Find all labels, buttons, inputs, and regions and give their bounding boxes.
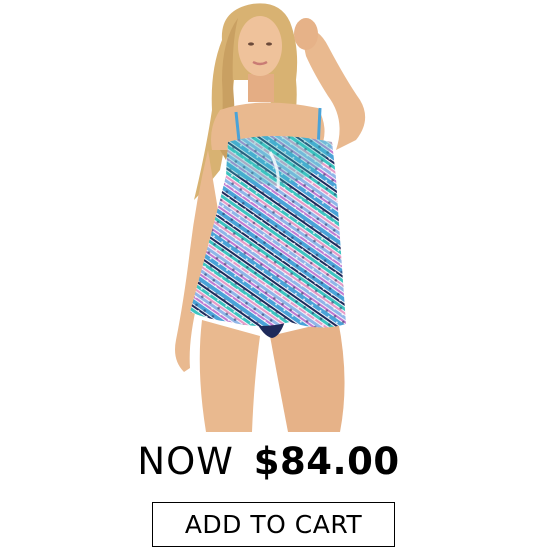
product-card: NOW $84.00 ADD TO CART — [0, 0, 537, 549]
model-illustration — [175, 3, 366, 432]
price-value: $84.00 — [253, 440, 400, 483]
product-image[interactable] — [150, 0, 390, 432]
price-label: NOW — [137, 440, 234, 483]
add-to-cart-button[interactable]: ADD TO CART — [152, 502, 395, 547]
price-row: NOW $84.00 — [0, 436, 537, 488]
